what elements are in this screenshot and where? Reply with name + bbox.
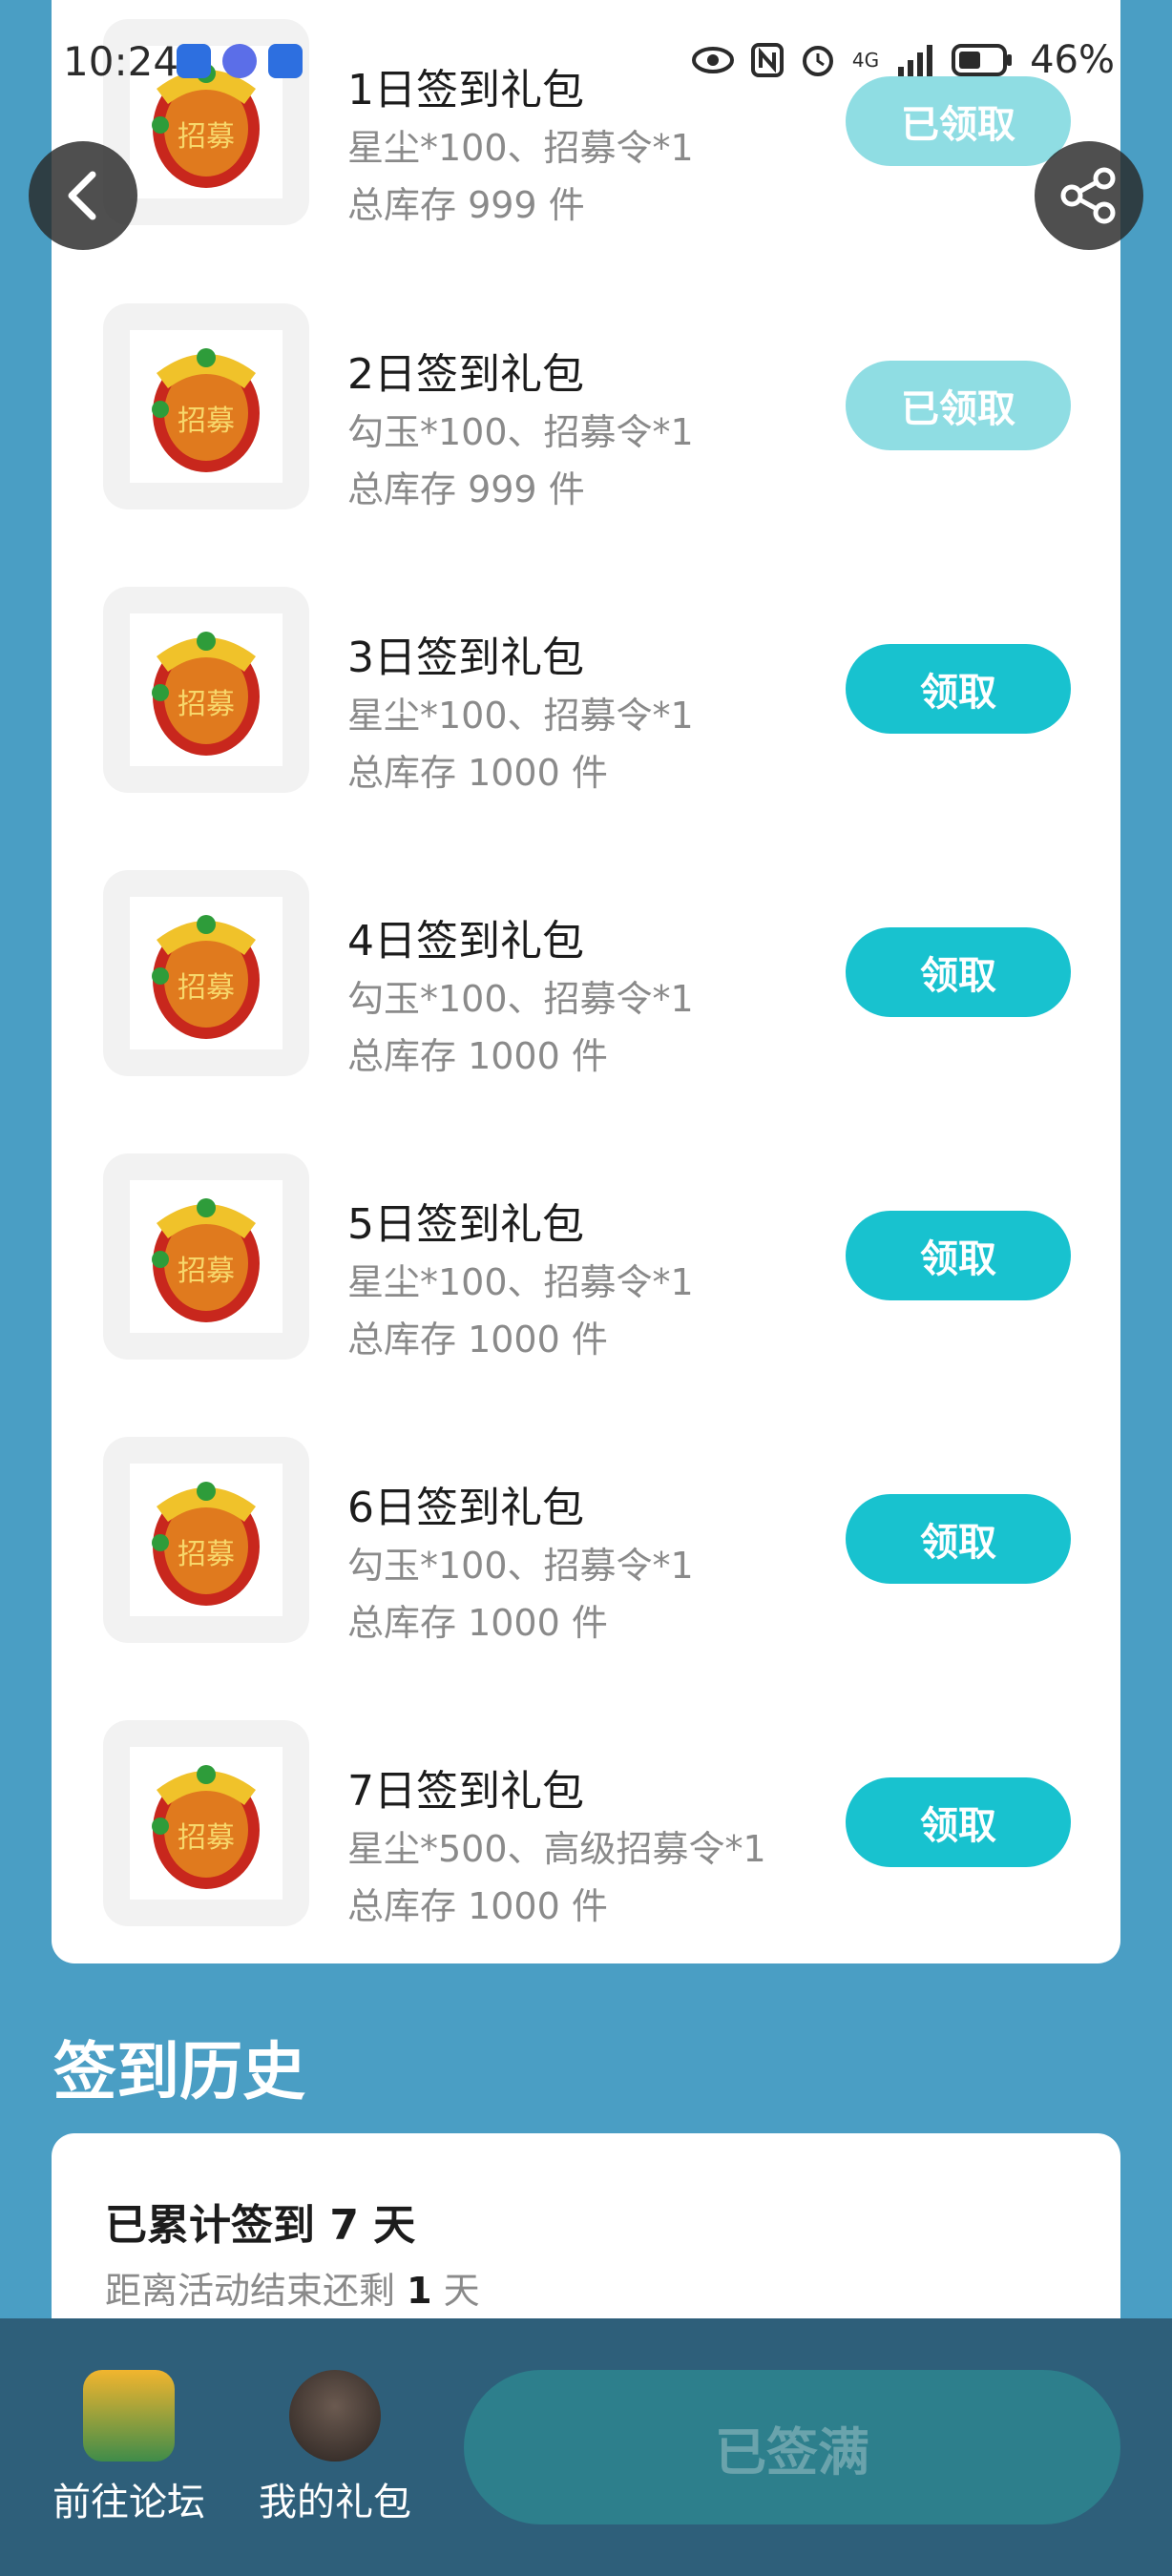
app-notification-icon bbox=[268, 44, 303, 78]
system-status: 4G 46% bbox=[691, 38, 1115, 82]
eye-icon bbox=[691, 47, 734, 73]
back-button[interactable] bbox=[29, 141, 137, 250]
gift-stock: 总库存 1000 件 bbox=[347, 1885, 608, 1927]
gift-item-3: 招募 3日签到礼包 星尘*100、招募令*1 总库存 1000 件 领取 bbox=[52, 587, 1120, 794]
gift-title: 6日签到礼包 bbox=[347, 1484, 584, 1532]
share-button[interactable] bbox=[1035, 141, 1143, 250]
notification-icons bbox=[177, 44, 303, 78]
share-icon bbox=[1060, 167, 1116, 224]
recruit-token-icon: 招募 bbox=[152, 1765, 260, 1889]
claim-button[interactable]: 领取 bbox=[846, 1211, 1071, 1300]
battery-level: 46% bbox=[1030, 38, 1115, 82]
bottom-bar: 前往论坛 我的礼包 已签满 bbox=[0, 2318, 1172, 2576]
signed-full-button[interactable]: 已签满 bbox=[464, 2370, 1120, 2524]
svg-text:招募: 招募 bbox=[178, 1255, 235, 1288]
game-avatar-icon bbox=[83, 2370, 175, 2462]
gift-item-7: 招募 7日签到礼包 星尘*500、高级招募令*1 总库存 1000 件 领取 bbox=[52, 1720, 1120, 1927]
gift-title: 7日签到礼包 bbox=[347, 1767, 584, 1816]
gift-stock: 总库存 999 件 bbox=[347, 184, 585, 226]
recruit-token-icon: 招募 bbox=[152, 632, 260, 756]
back-arrow-icon bbox=[68, 171, 96, 220]
signal-icon bbox=[898, 45, 933, 76]
my-gifts-label: 我的礼包 bbox=[259, 2481, 411, 2524]
gift-stock: 总库存 1000 件 bbox=[347, 1319, 608, 1361]
gift-stock: 总库存 1000 件 bbox=[347, 752, 608, 794]
alarm-icon bbox=[802, 46, 833, 76]
gift-item-5: 招募 5日签到礼包 星尘*100、招募令*1 总库存 1000 件 领取 bbox=[52, 1153, 1120, 1361]
recruit-token-icon: 招募 bbox=[152, 1482, 260, 1606]
gift-title: 2日签到礼包 bbox=[347, 350, 584, 399]
gift-description: 勾玉*100、招募令*1 bbox=[347, 1545, 694, 1587]
music-icon bbox=[222, 44, 257, 78]
gift-description: 星尘*100、招募令*1 bbox=[347, 1261, 694, 1303]
recruit-token-icon: 招募 bbox=[152, 348, 260, 472]
network-type: 4G bbox=[851, 49, 880, 72]
total-signin-days: 已累计签到 7 天 bbox=[105, 2201, 416, 2250]
claim-button[interactable]: 领取 bbox=[846, 1777, 1071, 1867]
my-gifts-button[interactable]: 我的礼包 bbox=[244, 2370, 426, 2526]
gift-title: 4日签到礼包 bbox=[347, 917, 584, 966]
gift-list-card: 招募 1日签到礼包 星尘*100、招募令*1 总库存 999 件 已领取 招募 … bbox=[52, 0, 1120, 1963]
svg-text:招募: 招募 bbox=[178, 120, 235, 154]
gift-item-4: 招募 4日签到礼包 勾玉*100、招募令*1 总库存 1000 件 领取 bbox=[52, 870, 1120, 1077]
history-section-title: 签到历史 bbox=[53, 2035, 305, 2109]
claim-button[interactable]: 领取 bbox=[846, 1494, 1071, 1584]
app-notification-icon bbox=[177, 44, 211, 78]
gift-item-6: 招募 6日签到礼包 勾玉*100、招募令*1 总库存 1000 件 领取 bbox=[52, 1437, 1120, 1644]
gift-thumbnail: 招募 bbox=[103, 1720, 309, 1926]
status-bar: 10:24 4G 46% bbox=[0, 0, 1172, 124]
gift-title: 5日签到礼包 bbox=[347, 1200, 584, 1249]
gift-title: 3日签到礼包 bbox=[347, 634, 584, 682]
svg-text:招募: 招募 bbox=[178, 971, 235, 1005]
gift-thumbnail: 招募 bbox=[103, 870, 309, 1076]
svg-text:招募: 招募 bbox=[178, 1821, 235, 1855]
claim-button[interactable]: 领取 bbox=[846, 644, 1071, 734]
gift-stock: 总库存 999 件 bbox=[347, 468, 585, 510]
recruit-token-icon: 招募 bbox=[152, 1198, 260, 1322]
gift-thumbnail: 招募 bbox=[103, 303, 309, 509]
forum-label: 前往论坛 bbox=[52, 2481, 205, 2524]
recruit-token-icon: 招募 bbox=[152, 915, 260, 1039]
gift-item-2: 招募 2日签到礼包 勾玉*100、招募令*1 总库存 999 件 已领取 bbox=[52, 303, 1120, 510]
gift-stock: 总库存 1000 件 bbox=[347, 1602, 608, 1644]
claim-button[interactable]: 领取 bbox=[846, 927, 1071, 1017]
gift-description: 星尘*100、招募令*1 bbox=[347, 695, 694, 737]
nfc-icon bbox=[750, 43, 784, 77]
gift-description: 勾玉*100、招募令*1 bbox=[347, 978, 694, 1020]
gift-thumbnail: 招募 bbox=[103, 587, 309, 793]
battery-icon bbox=[952, 44, 1013, 76]
svg-text:招募: 招募 bbox=[178, 405, 235, 438]
svg-text:招募: 招募 bbox=[178, 688, 235, 721]
forum-button[interactable]: 前往论坛 bbox=[38, 2370, 220, 2526]
status-time: 10:24 bbox=[63, 38, 179, 85]
gift-stock: 总库存 1000 件 bbox=[347, 1035, 608, 1077]
gift-thumbnail: 招募 bbox=[103, 1437, 309, 1643]
user-avatar-icon bbox=[289, 2370, 381, 2462]
gift-description: 星尘*100、招募令*1 bbox=[347, 127, 694, 169]
gift-description: 勾玉*100、招募令*1 bbox=[347, 411, 694, 453]
gift-thumbnail: 招募 bbox=[103, 1153, 309, 1360]
claimed-button[interactable]: 已领取 bbox=[846, 361, 1071, 450]
days-remaining: 距离活动结束还剩 1 天 bbox=[105, 2270, 480, 2312]
svg-text:招募: 招募 bbox=[178, 1538, 235, 1571]
gift-description: 星尘*500、高级招募令*1 bbox=[347, 1828, 766, 1870]
